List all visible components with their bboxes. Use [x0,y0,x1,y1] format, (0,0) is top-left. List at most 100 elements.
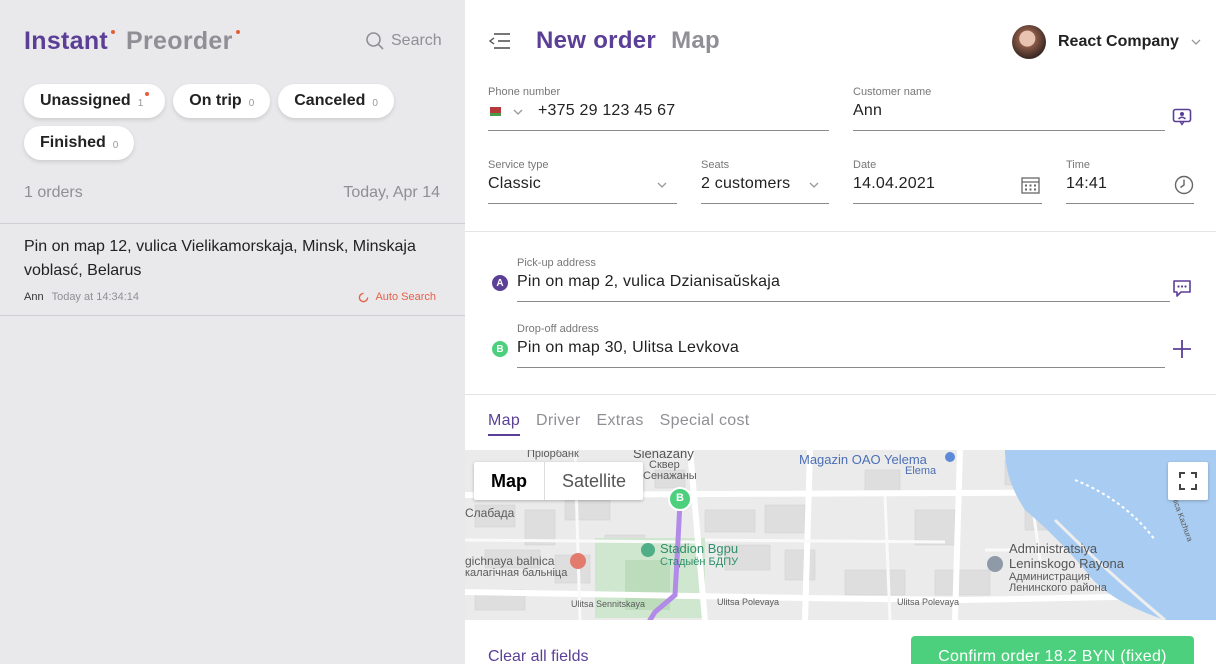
search-button[interactable]: Search [365,31,442,51]
map-marker-b[interactable]: B [673,491,687,505]
confirm-order-button[interactable]: Confirm order 18.2 BYN (fixed) [911,636,1194,664]
customer-card-icon[interactable] [1172,108,1192,126]
spinner-icon [359,292,369,302]
calendar-icon[interactable] [1021,176,1040,194]
filter-unassigned[interactable]: Unassigned 1 [24,84,166,118]
chevron-down-icon[interactable] [513,109,523,115]
add-stop-icon[interactable] [1172,339,1192,359]
fullscreen-button[interactable] [1168,462,1208,500]
orders-date: Today, Apr 14 [343,184,440,201]
filter-count: 1 [137,98,144,109]
tab-new-order[interactable]: New order [536,27,656,55]
tab-extras[interactable]: Extras [597,412,644,436]
tab-instant[interactable]: Instant [24,27,116,56]
status-filters: Unassigned 1 On trip 0 Canceled 0 Finish… [24,84,444,160]
map-type-satellite-button[interactable]: Satellite [545,462,643,500]
detail-tabs: Map Driver Extras Special cost [488,412,750,436]
tab-instant-label: Instant [24,27,109,55]
map-label: gichnaya balnica [465,554,555,568]
filter-on-trip[interactable]: On trip 0 [173,84,271,118]
tab-preorder-alert-dot [235,30,240,34]
map-label: калагічная бальніца [465,567,568,579]
tab-driver[interactable]: Driver [536,412,580,436]
fullscreen-icon [1179,472,1197,490]
filter-label: Canceled [294,92,366,109]
order-footer: Ann Today at 14:34:14 Auto Search [24,291,440,303]
phone-value: +375 29 123 45 67 [538,102,676,119]
map-label: Elema [905,465,937,477]
seats-select[interactable]: Seats 2 customers [701,159,829,204]
new-order-panel: New order Map React Company Phone number… [465,0,1216,664]
orders-meta: 1 orders Today, Apr 14 [24,184,440,202]
clock-icon[interactable] [1174,175,1194,195]
filter-label: Finished [40,134,106,151]
clear-all-fields-button[interactable]: Clear all fields [488,648,588,664]
tab-preorder-label: Preorder [126,27,233,55]
customer-label: Customer name [853,86,932,98]
filter-count: 0 [372,98,378,109]
tab-map[interactable]: Map [671,27,720,55]
map-type-control: Map Satellite [474,462,644,500]
comment-icon[interactable] [1172,279,1192,298]
map-label: Ulitsa Polevaya [717,597,780,607]
phone-field[interactable]: Phone number +375 29 123 45 67 [488,86,829,131]
service-label: Service type [488,159,549,171]
mode-tabs: Instant Preorder [24,27,240,56]
map-label: Ulitsa Sennitskaya [571,599,646,609]
chevron-down-icon [809,182,819,188]
map-label: Leninskogo Rayona [1009,556,1124,571]
customer-value: Ann [853,102,883,119]
service-value: Classic [488,175,541,192]
order-address: Pin on map 12, vulica Vielikamorskaja, M… [24,238,416,279]
header-tabs: New order Map [536,27,720,55]
company-name: React Company [1058,33,1179,50]
time-field[interactable]: Time 14:41 [1066,159,1194,204]
avatar [1012,25,1046,59]
service-type-select[interactable]: Service type Classic [488,159,677,204]
seats-value: 2 customers [701,175,791,192]
date-label: Date [853,159,877,171]
filter-finished[interactable]: Finished 0 [24,126,135,160]
pickup-address-field[interactable]: Pick-up address Pin on map 2, vulica Dzi… [517,257,1170,302]
order-user: Ann [24,291,44,303]
order-card[interactable]: Pin on map 12, vulica Vielikamorskaja, M… [24,235,440,303]
filter-canceled[interactable]: Canceled 0 [278,84,394,118]
time-value: 14:41 [1066,175,1108,192]
map-label: Сенажаны [643,470,697,482]
orders-panel: Instant Preorder Search Unassigned 1 On … [0,0,465,664]
orders-count: 1 orders [24,184,83,201]
dropoff-marker-b: B [492,341,508,357]
pickup-marker-a: A [492,275,508,291]
tab-special-cost[interactable]: Special cost [660,412,750,436]
date-value: 14.04.2021 [853,175,936,192]
date-field[interactable]: Date 14.04.2021 [853,159,1042,204]
tab-instant-alert-dot [111,30,116,34]
map-label: Ленинского района [1009,582,1107,594]
belarus-flag-icon[interactable] [488,107,501,116]
divider [0,223,465,224]
tab-map-detail[interactable]: Map [488,412,521,436]
dropoff-label: Drop-off address [517,323,599,335]
customer-name-field[interactable]: Customer name Ann [853,86,1165,131]
dropoff-address-field[interactable]: Drop-off address Pin on map 30, Ulitsa L… [517,323,1165,368]
order-status: Auto Search [358,291,436,303]
map-label: Слабада [465,506,515,520]
divider [465,394,1216,395]
filter-count: 0 [248,98,255,109]
chevron-down-icon [1191,39,1201,45]
seats-label: Seats [701,159,730,171]
company-switcher[interactable]: React Company [1012,25,1201,59]
tab-preorder[interactable]: Preorder [126,27,240,56]
map-label: Stadion Bgpu [660,541,739,556]
time-label: Time [1066,159,1091,171]
order-status-label: Auto Search [375,291,436,303]
order-time: Today at 14:34:14 [51,291,140,303]
collapse-menu-icon[interactable] [488,32,511,55]
pickup-label: Pick-up address [517,257,596,269]
divider [0,315,465,316]
map-label: Administratsiya [1009,541,1098,556]
route-map[interactable]: B Пріорбанк Sienazany Сквер Сенажаны Mag… [465,450,1216,620]
map-type-map-button[interactable]: Map [474,462,545,500]
phone-label: Phone number [488,86,561,98]
filter-label: Unassigned [40,92,131,109]
